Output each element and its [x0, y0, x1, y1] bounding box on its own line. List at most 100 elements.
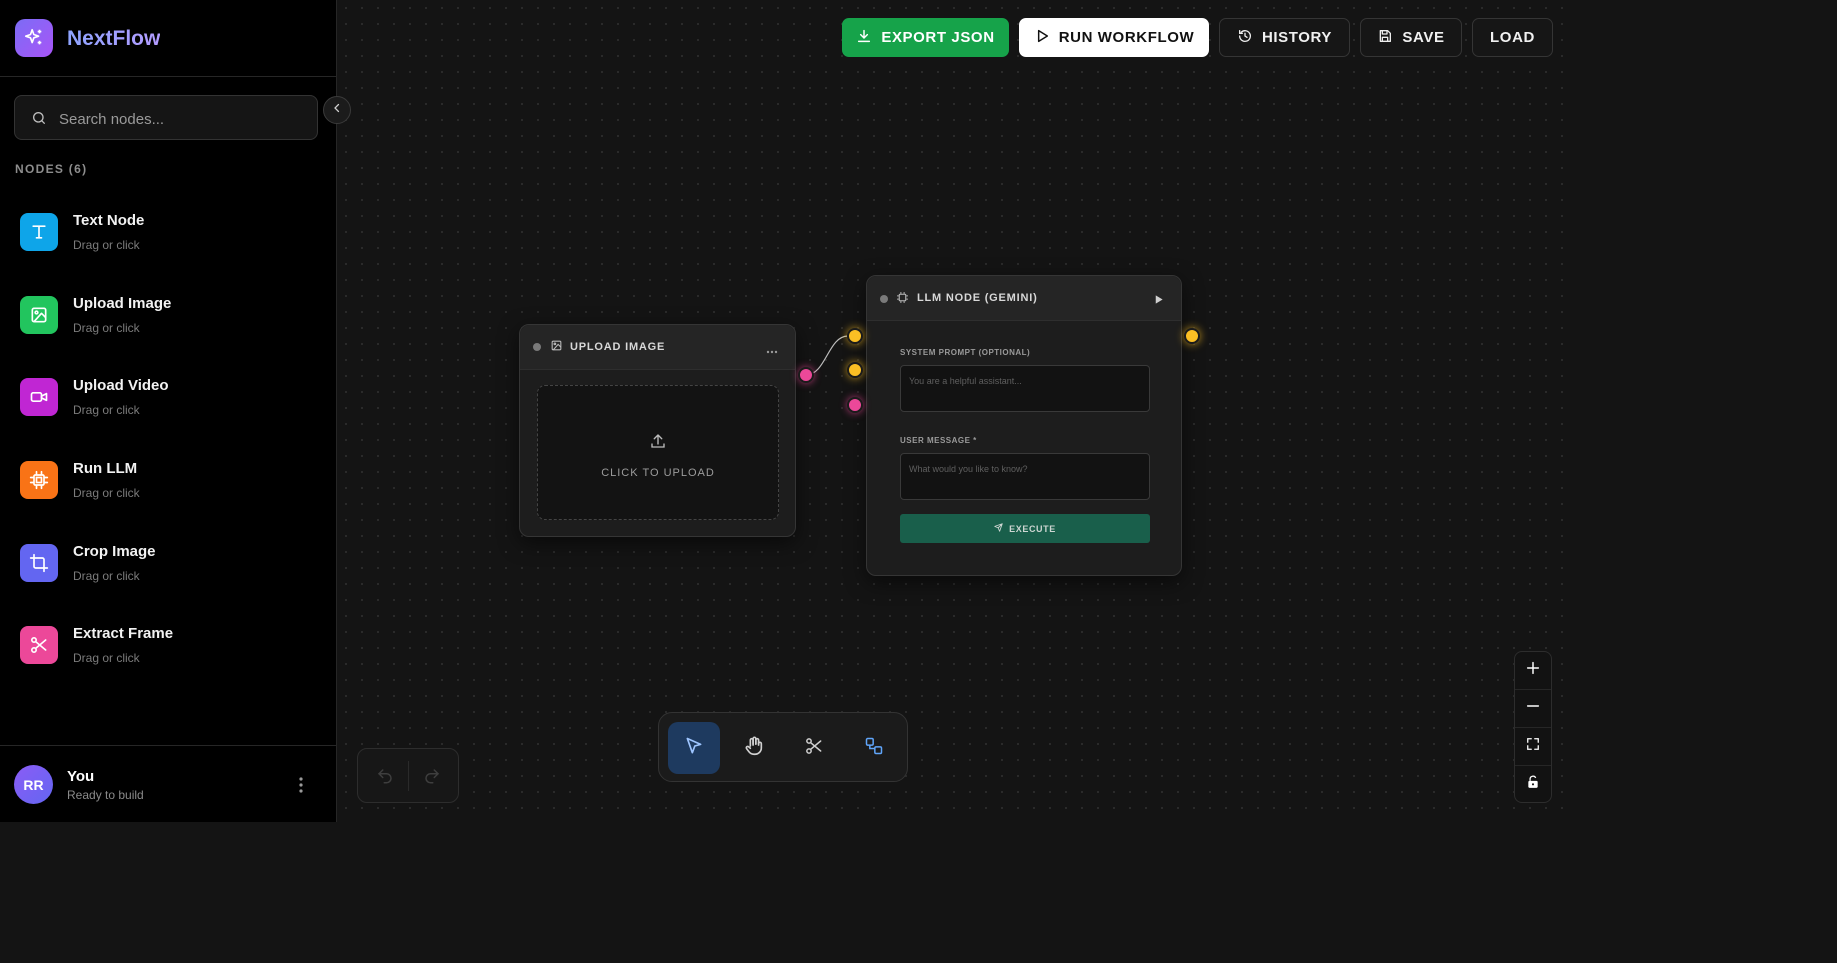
send-icon [994, 523, 1003, 534]
scissors-icon [20, 626, 58, 664]
palette-item-text-node[interactable]: Text Node Drag or click [20, 212, 320, 273]
download-icon [856, 28, 872, 48]
connect-tool-button[interactable] [848, 722, 900, 774]
text-icon [20, 213, 58, 251]
history-icon [1237, 28, 1253, 48]
user-message-label: USER MESSAGE * [900, 436, 977, 445]
palette-item-label: Text Node [73, 212, 145, 229]
status-dot [533, 343, 541, 351]
fit-view-button[interactable] [1515, 728, 1551, 766]
collapse-sidebar-button[interactable] [323, 96, 351, 124]
fit-view-icon [1526, 737, 1540, 756]
search-input[interactable] [57, 106, 311, 132]
node-title: UPLOAD IMAGE [570, 341, 666, 353]
video-icon [20, 378, 58, 416]
upload-dropzone[interactable]: CLICK TO UPLOAD [537, 385, 779, 520]
system-prompt-input[interactable] [900, 365, 1150, 412]
palette-item-run-llm[interactable]: Run LLM Drag or click [20, 460, 320, 521]
run-workflow-label: RUN WORKFLOW [1058, 29, 1195, 46]
nodes-section-title: NODES (6) [15, 162, 88, 176]
chevron-left-icon [331, 101, 343, 119]
palette-item-label: Crop Image [73, 543, 156, 560]
zoom-controls [1514, 651, 1552, 803]
load-label: LOAD [1490, 29, 1535, 46]
zoom-in-button[interactable] [1515, 652, 1551, 690]
history-label: HISTORY [1261, 29, 1333, 46]
workflow-canvas[interactable]: EXPORT JSON RUN WORKFLOW HISTORY SAVE LO… [338, 0, 1568, 822]
system-prompt-label: SYSTEM PROMPT (OPTIONAL) [900, 348, 1031, 357]
upload-image-node[interactable]: UPLOAD IMAGE CLICK TO UPLOAD [519, 324, 796, 537]
status-dot [880, 295, 888, 303]
sparkles-icon[interactable] [15, 19, 53, 57]
redo-icon[interactable] [423, 767, 441, 790]
llm-node[interactable]: LLM NODE (GEMINI) SYSTEM PROMPT (OPTIONA… [866, 275, 1182, 576]
user-status: Ready to build [67, 788, 144, 802]
save-icon [1377, 28, 1393, 48]
image-icon [20, 296, 58, 334]
upload-icon [649, 432, 667, 455]
pointer-icon [684, 736, 704, 761]
palette-item-label: Upload Video [73, 377, 169, 394]
play-icon [1034, 28, 1050, 48]
app-name: NextFlow [67, 27, 161, 50]
palette-item-hint: Drag or click [73, 238, 140, 252]
cut-tool-button[interactable] [788, 722, 840, 774]
palette-item-hint: Drag or click [73, 486, 140, 500]
text-output-handle[interactable] [1184, 328, 1200, 344]
palette-item-extract-frame[interactable]: Extract Frame Drag or click [20, 625, 320, 686]
system-prompt-input-handle[interactable] [847, 328, 863, 344]
run-workflow-button[interactable]: RUN WORKFLOW [1019, 18, 1209, 57]
search-box [14, 95, 318, 140]
palette-item-hint: Drag or click [73, 569, 140, 583]
more-horizontal-icon[interactable] [766, 341, 778, 359]
execute-button[interactable]: EXECUTE [900, 514, 1150, 543]
pan-tool-button[interactable] [728, 722, 780, 774]
hand-icon [743, 735, 765, 762]
palette-item-crop-image[interactable]: Crop Image Drag or click [20, 543, 320, 604]
node-header: LLM NODE (GEMINI) [867, 276, 1181, 321]
palette-item-upload-image[interactable]: Upload Image Drag or click [20, 295, 320, 356]
export-json-button[interactable]: EXPORT JSON [842, 18, 1009, 57]
user-name: You [67, 768, 95, 785]
user-message-input[interactable] [900, 453, 1150, 500]
palette-item-label: Extract Frame [73, 625, 174, 642]
upload-label: CLICK TO UPLOAD [601, 467, 715, 479]
export-json-label: EXPORT JSON [881, 29, 995, 46]
select-tool-button[interactable] [668, 722, 720, 774]
palette-item-hint: Drag or click [73, 403, 140, 417]
plus-icon [1525, 660, 1541, 681]
cpu-icon [896, 291, 909, 309]
palette-item-upload-video[interactable]: Upload Video Drag or click [20, 377, 320, 438]
image-output-handle[interactable] [798, 367, 814, 383]
save-button[interactable]: SAVE [1360, 18, 1462, 57]
play-icon[interactable] [1153, 292, 1164, 310]
palette-item-label: Upload Image [73, 295, 172, 312]
lock-icon [1526, 775, 1540, 794]
cpu-icon [20, 461, 58, 499]
user-message-input-handle[interactable] [847, 362, 863, 378]
scissors-icon [804, 736, 824, 761]
user-bar: RR You Ready to build [0, 745, 337, 822]
crop-icon [20, 544, 58, 582]
palette-item-label: Run LLM [73, 460, 138, 477]
load-button[interactable]: LOAD [1472, 18, 1553, 57]
save-label: SAVE [1402, 29, 1445, 46]
execute-label: EXECUTE [1009, 523, 1056, 534]
connect-nodes-icon [864, 736, 884, 761]
lock-button[interactable] [1515, 766, 1551, 803]
divider [408, 761, 409, 791]
zoom-out-button[interactable] [1515, 690, 1551, 728]
image-input-handle[interactable] [847, 397, 863, 413]
undo-icon[interactable] [376, 767, 394, 790]
more-vertical-icon[interactable] [292, 774, 310, 796]
node-header: UPLOAD IMAGE [520, 325, 795, 370]
canvas-tool-bar [658, 712, 908, 782]
brand-header: NextFlow [0, 0, 337, 77]
sidebar: NextFlow NODES (6) Text Node Drag or cli… [0, 0, 337, 822]
node-title: LLM NODE (GEMINI) [917, 292, 1038, 304]
history-button[interactable]: HISTORY [1219, 18, 1350, 57]
avatar[interactable]: RR [14, 765, 53, 804]
minus-icon [1525, 698, 1541, 719]
palette-item-hint: Drag or click [73, 321, 140, 335]
search-icon [31, 110, 47, 131]
